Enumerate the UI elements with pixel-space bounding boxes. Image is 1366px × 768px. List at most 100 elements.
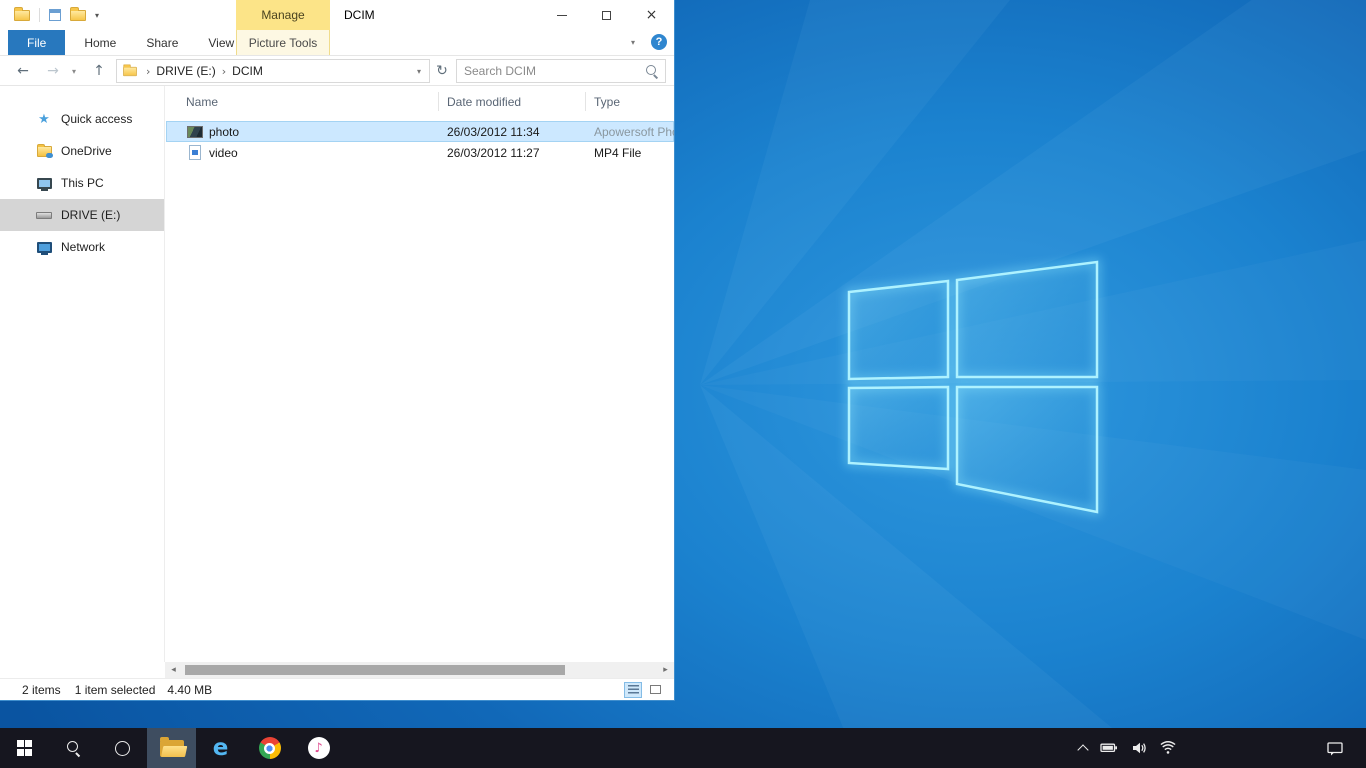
sidebar-item-drive-e[interactable]: DRIVE (E:): [0, 199, 164, 231]
action-center-button[interactable]: [1314, 740, 1356, 757]
chrome-icon: [259, 737, 281, 759]
system-tray: [1079, 728, 1366, 768]
internet-explorer-icon: e: [213, 735, 229, 761]
file-row-video[interactable]: video 26/03/2012 11:27 MP4 File: [166, 142, 674, 163]
thumbnails-view-icon: [650, 685, 661, 694]
forward-button[interactable]: →: [40, 56, 66, 86]
up-button[interactable]: ↑: [86, 56, 112, 86]
network-icon: [36, 242, 52, 253]
file-name: video: [209, 146, 447, 160]
tray-volume-button[interactable]: [1131, 740, 1147, 756]
manage-ribbon-group[interactable]: Manage: [236, 0, 330, 30]
sidebar-label: DRIVE (E:): [61, 208, 120, 222]
scrollbar-thumb[interactable]: [185, 665, 565, 675]
minimize-button[interactable]: [539, 0, 584, 30]
sidebar-item-network[interactable]: Network: [0, 231, 164, 263]
tray-network-button[interactable]: [1160, 740, 1176, 756]
maximize-icon: [602, 11, 611, 20]
windows-logo-icon: [849, 262, 1097, 512]
file-list-pane: ^ Name Date modified Type photo 26/03/20…: [166, 86, 674, 662]
file-row-photo[interactable]: photo 26/03/2012 11:34 Apowersoft Pho: [166, 121, 674, 142]
search-icon: [67, 741, 81, 755]
tray-battery-button[interactable]: [1100, 741, 1118, 755]
ribbon-expand-chevron-icon[interactable]: ▾: [622, 30, 644, 55]
chevron-up-icon: [1077, 744, 1088, 755]
breadcrumb-separator-icon: ›: [140, 65, 156, 78]
taskbar: e ♪: [0, 728, 1366, 768]
address-dropdown-chevron-icon[interactable]: ▾: [417, 67, 424, 76]
minimize-icon: [557, 15, 567, 16]
navigation-pane: ★ Quick access OneDrive This PC DRIVE (E…: [0, 86, 165, 662]
cortana-button[interactable]: [98, 728, 147, 768]
sidebar-item-quick-access[interactable]: ★ Quick access: [0, 103, 164, 135]
taskbar-search-button[interactable]: [49, 728, 98, 768]
help-button[interactable]: ?: [651, 34, 667, 50]
itunes-icon: ♪: [308, 737, 330, 759]
column-header-date-modified[interactable]: Date modified: [447, 86, 521, 117]
maximize-button[interactable]: [584, 0, 629, 30]
video-file-icon: [187, 145, 203, 160]
drive-icon: [36, 212, 52, 219]
file-explorer-window: ▾ Manage DCIM × File Home Share View Pic…: [0, 0, 675, 701]
tab-home[interactable]: Home: [69, 30, 131, 55]
column-header-row: ^ Name Date modified Type: [166, 86, 674, 117]
onedrive-icon: [36, 146, 52, 157]
customize-toolbar-chevron-icon[interactable]: ▾: [95, 11, 99, 20]
refresh-button[interactable]: ↻: [431, 59, 453, 83]
back-button[interactable]: ←: [10, 56, 36, 86]
taskbar-file-explorer-button[interactable]: [147, 728, 196, 768]
status-selected-count: 1 item selected: [75, 683, 156, 697]
sidebar-item-onedrive[interactable]: OneDrive: [0, 135, 164, 167]
new-folder-icon[interactable]: [70, 10, 86, 21]
tab-picture-tools[interactable]: Picture Tools: [236, 30, 330, 55]
column-header-type[interactable]: Type: [594, 86, 620, 117]
search-box: [456, 59, 666, 83]
address-breadcrumb-bar[interactable]: › DRIVE (E:) › DCIM ▾: [116, 59, 430, 83]
address-bar-row: ← → ▾ ↑ › DRIVE (E:) › DCIM ▾ ↻: [0, 56, 674, 86]
scroll-right-arrow-icon[interactable]: ▸: [657, 662, 674, 678]
breadcrumb-separator-icon: ›: [216, 65, 232, 78]
taskbar-itunes-button[interactable]: ♪: [294, 728, 343, 768]
taskbar-chrome-button[interactable]: [245, 728, 294, 768]
tab-share[interactable]: Share: [131, 30, 193, 55]
horizontal-scrollbar[interactable]: ◂ ▸: [165, 662, 674, 678]
quick-access-toolbar: ▾: [14, 7, 99, 23]
column-divider[interactable]: [438, 92, 439, 111]
start-button[interactable]: [0, 728, 49, 768]
light-beams: [700, 0, 1366, 768]
search-icon[interactable]: [646, 65, 659, 78]
titlebar: ▾ Manage DCIM ×: [0, 0, 674, 30]
details-view-button[interactable]: [624, 682, 642, 698]
thumbnails-view-button[interactable]: [646, 682, 664, 698]
window-controls: ×: [539, 0, 674, 30]
file-date-modified: 26/03/2012 11:27: [447, 146, 594, 160]
breadcrumb-drive[interactable]: DRIVE (E:): [156, 64, 215, 78]
tray-show-hidden-icons-button[interactable]: [1079, 743, 1087, 754]
breadcrumb-folder[interactable]: DCIM: [232, 64, 263, 78]
column-divider[interactable]: [585, 92, 586, 111]
column-header-name[interactable]: Name: [186, 86, 218, 117]
explorer-main: ★ Quick access OneDrive This PC DRIVE (E…: [0, 86, 674, 662]
toolbar-divider: [39, 8, 40, 22]
desktop: ▾ Manage DCIM × File Home Share View Pic…: [0, 0, 1366, 768]
windows-logo-glow: [849, 262, 1097, 512]
taskbar-internet-explorer-button[interactable]: e: [196, 728, 245, 768]
view-toggles: [624, 682, 674, 698]
scroll-left-arrow-icon[interactable]: ◂: [165, 662, 182, 678]
tab-file[interactable]: File: [8, 30, 65, 55]
folder-icon: [14, 10, 30, 21]
properties-icon[interactable]: [49, 9, 61, 21]
file-type: MP4 File: [594, 146, 674, 160]
speaker-icon: [1131, 740, 1147, 756]
file-explorer-icon: [160, 740, 184, 757]
close-button[interactable]: ×: [629, 0, 674, 30]
file-name: photo: [209, 125, 447, 139]
file-type: Apowersoft Pho: [594, 125, 674, 139]
battery-icon: [1100, 741, 1118, 755]
search-input[interactable]: [457, 64, 646, 78]
quick-access-star-icon: ★: [36, 112, 52, 127]
photo-file-icon: [187, 126, 203, 138]
windows-start-icon: [17, 740, 33, 756]
sidebar-item-this-pc[interactable]: This PC: [0, 167, 164, 199]
recent-locations-chevron-icon[interactable]: ▾: [66, 56, 82, 86]
